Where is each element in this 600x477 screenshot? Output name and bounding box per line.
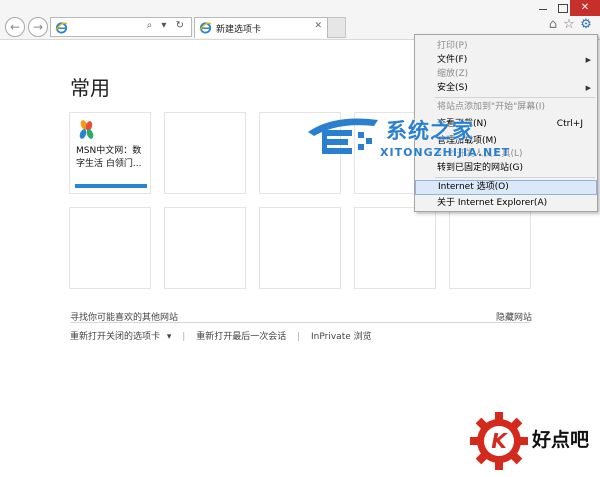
submenu-arrow-icon: ▶	[585, 56, 591, 64]
tab-close-icon[interactable]: ✕	[314, 21, 322, 31]
reopen-closed-tabs-link[interactable]: 重新打开关闭的选项卡	[70, 329, 160, 342]
frequent-site-tile-empty[interactable]	[164, 112, 246, 194]
divider	[70, 322, 530, 323]
menu-item-print[interactable]: 打印(P)	[415, 39, 597, 53]
submenu-arrow-icon: ▶	[585, 84, 591, 92]
menu-item-safety[interactable]: 安全(S) ▶	[415, 81, 597, 95]
menu-item-internet-options[interactable]: Internet 选项(O)	[415, 180, 597, 195]
tab-new-tab[interactable]: 新建选项卡 ✕	[194, 17, 328, 38]
msn-butterfly-icon	[79, 120, 94, 139]
frequent-site-tile-empty[interactable]	[69, 207, 151, 289]
link-separator: |	[297, 332, 301, 342]
frequent-site-tile-empty[interactable]	[449, 207, 531, 289]
menu-item-zoom[interactable]: 缩放(Z)	[415, 67, 597, 81]
watermark-badge: K 好点吧	[462, 407, 600, 477]
maximize-button[interactable]	[554, 0, 570, 16]
tools-gear-icon[interactable]: ⚙	[578, 17, 594, 33]
badge-letter: K	[491, 429, 508, 453]
address-tools-icons[interactable]: ⌕ ▾ ↻	[147, 20, 187, 31]
watermark-url: XITONGZHIJIA.NET	[380, 146, 511, 159]
menu-item-add-to-start[interactable]: 将站点添加到"开始"屏幕(I)	[415, 100, 597, 114]
watermark-badge-text: 好点吧	[532, 429, 590, 451]
page-title: 常用	[70, 76, 110, 100]
forward-button[interactable]: →	[28, 17, 48, 37]
gear-logo-icon: K	[470, 412, 528, 470]
close-button[interactable]: ✕	[570, 0, 600, 16]
frequent-site-tile-empty[interactable]	[354, 207, 436, 289]
watermark-logo	[308, 118, 378, 154]
ie-logo-icon	[55, 22, 68, 34]
tab-label: 新建选项卡	[216, 25, 262, 35]
tile-title: MSN中文网：数字生活 白领门...	[76, 146, 142, 169]
address-bar[interactable]: ⌕ ▾ ↻	[50, 17, 192, 37]
tile-activity-bar	[75, 184, 147, 188]
menu-separator	[435, 177, 595, 178]
favorites-icon[interactable]: ☆	[561, 17, 577, 33]
new-tab-button[interactable]	[328, 17, 346, 38]
inprivate-link[interactable]: InPrivate 浏览	[311, 329, 372, 342]
ie-logo-icon	[199, 22, 212, 34]
chevron-down-icon[interactable]: ▾	[167, 332, 172, 342]
watermark-title: 系统之家	[386, 119, 474, 143]
menu-item-file[interactable]: 文件(F) ▶	[415, 53, 597, 67]
shortcut-label: Ctrl+J	[556, 119, 583, 129]
menu-item-pinned-sites[interactable]: 转到已固定的网站(G)	[415, 161, 597, 175]
menu-separator	[435, 97, 595, 98]
frequent-site-tile-empty[interactable]	[259, 207, 341, 289]
frequent-site-tile-msn[interactable]: MSN中文网：数字生活 白领门...	[69, 112, 151, 194]
reopen-last-session-link[interactable]: 重新打开最后一次会话	[196, 329, 286, 342]
menu-item-about[interactable]: 关于 Internet Explorer(A)	[415, 196, 597, 210]
home-icon[interactable]: ⌂	[545, 17, 561, 33]
frequent-site-tile-empty[interactable]	[164, 207, 246, 289]
link-separator: |	[182, 332, 186, 342]
minimize-button[interactable]	[532, 0, 554, 16]
back-button[interactable]: ←	[5, 17, 25, 37]
bottom-links: 重新打开关闭的选项卡 ▾ | 重新打开最后一次会话 | InPrivate 浏览	[70, 329, 372, 342]
